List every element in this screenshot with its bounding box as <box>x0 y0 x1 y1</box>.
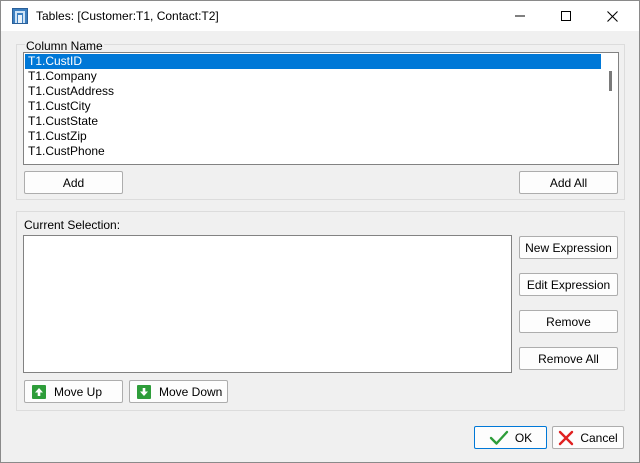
column-list[interactable]: T1.CustID T1.Company T1.CustAddress T1.C… <box>23 52 619 165</box>
new-expression-button[interactable]: New Expression <box>519 236 618 259</box>
list-item[interactable]: T1.CustCity <box>25 99 601 114</box>
current-selection-list[interactable] <box>23 235 512 373</box>
column-name-label: Column Name <box>25 39 104 53</box>
list-item[interactable]: T1.CustAddress <box>25 84 601 99</box>
list-item-label: T1.CustState <box>28 114 99 128</box>
list-item[interactable]: T1.CustPhone <box>25 144 601 159</box>
maximize-button[interactable] <box>543 1 589 31</box>
list-item[interactable]: T1.Company <box>25 69 601 84</box>
list-item-label: T1.CustZip <box>28 129 87 143</box>
move-down-label: Move Down <box>159 384 223 399</box>
minimize-icon <box>515 15 525 17</box>
list-item[interactable]: T1.CustID <box>25 54 601 69</box>
remove-all-button[interactable]: Remove All <box>519 347 618 370</box>
list-scrollbar[interactable] <box>601 53 618 164</box>
scrollbar-thumb[interactable] <box>609 71 612 91</box>
list-item-label: T1.CustAddress <box>28 84 115 98</box>
add-all-button[interactable]: Add All <box>519 171 618 194</box>
close-button[interactable] <box>589 1 635 31</box>
remove-button[interactable]: Remove <box>519 310 618 333</box>
title-bar: Tables: [Customer:T1, Contact:T2] <box>1 1 639 31</box>
close-icon <box>606 10 618 22</box>
move-down-button[interactable]: Move Down <box>129 380 228 403</box>
current-selection-label: Current Selection: <box>24 218 121 232</box>
add-button[interactable]: Add <box>24 171 123 194</box>
tables-dialog: Tables: [Customer:T1, Contact:T2] Column… <box>0 0 640 463</box>
edit-expression-button[interactable]: Edit Expression <box>519 273 618 296</box>
move-up-button[interactable]: Move Up <box>24 380 123 403</box>
cancel-label: Cancel <box>580 430 618 445</box>
list-item-label: T1.CustID <box>28 54 83 68</box>
list-item[interactable]: T1.CustState <box>25 114 601 129</box>
minimize-button[interactable] <box>497 1 543 31</box>
arrow-up-icon <box>32 384 46 399</box>
list-item-label: T1.CustPhone <box>28 144 105 158</box>
list-item[interactable]: T1.CustZip <box>25 129 601 144</box>
x-icon <box>558 430 574 446</box>
move-up-label: Move Up <box>54 384 103 399</box>
ok-button[interactable]: OK <box>474 426 547 449</box>
ok-label: OK <box>514 430 533 445</box>
cancel-button[interactable]: Cancel <box>552 426 624 449</box>
list-item-label: T1.Company <box>28 69 97 83</box>
window-title: Tables: [Customer:T1, Contact:T2] <box>36 9 219 23</box>
check-icon <box>489 430 509 446</box>
arrow-down-icon <box>137 384 151 399</box>
list-item-label: T1.CustCity <box>28 99 91 113</box>
maximize-icon <box>561 11 571 21</box>
table-app-icon <box>12 8 28 24</box>
